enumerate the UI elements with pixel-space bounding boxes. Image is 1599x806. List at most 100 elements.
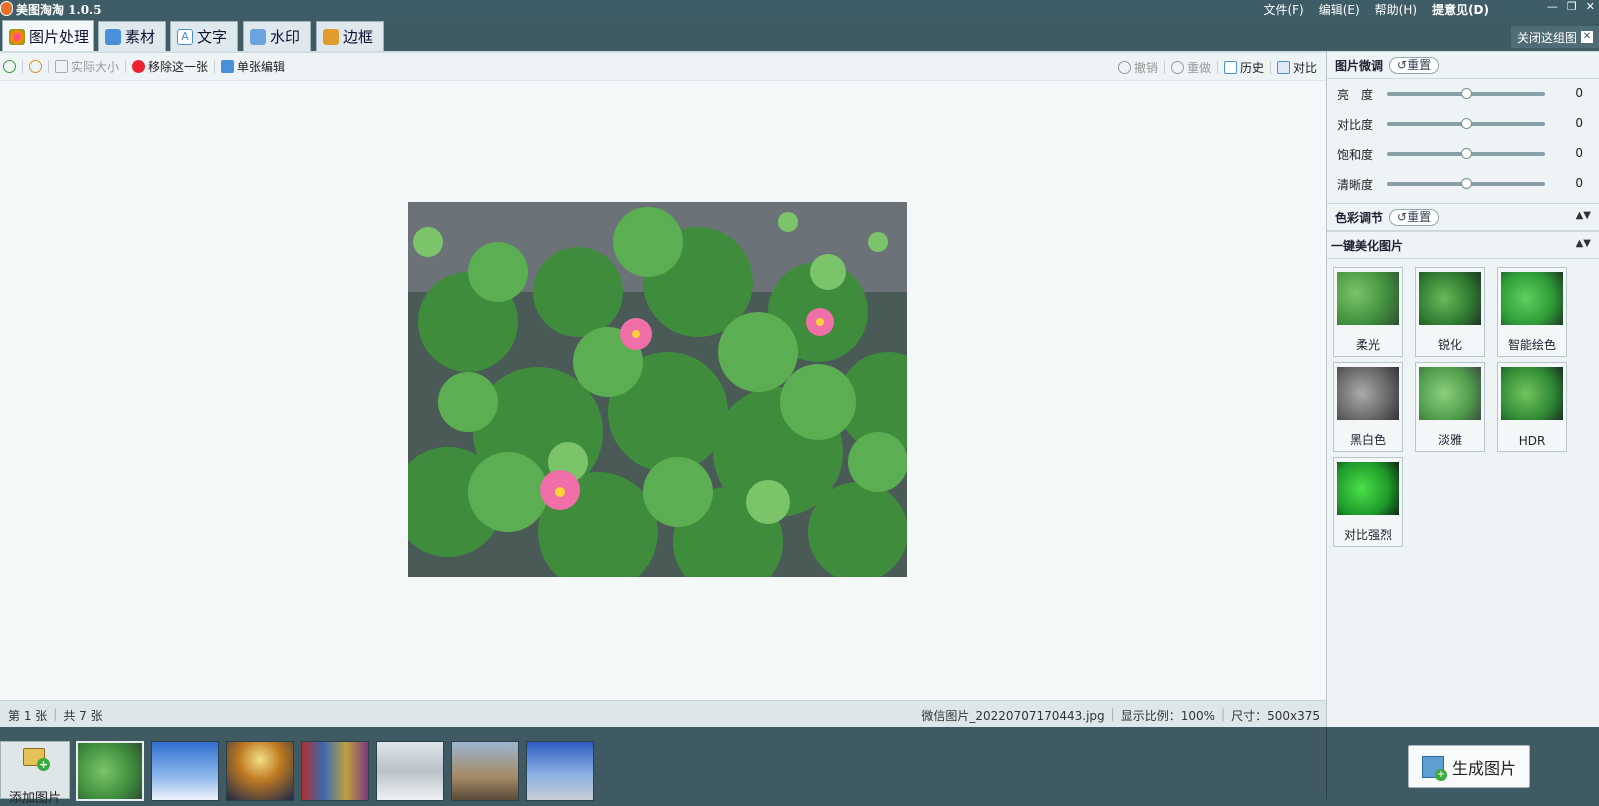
- preview-image: [408, 202, 907, 577]
- sharpness-slider[interactable]: [1387, 178, 1545, 189]
- effect-thumbnail: [1337, 272, 1399, 325]
- saturation-slider[interactable]: [1387, 148, 1545, 159]
- redo-icon: [1170, 60, 1184, 74]
- slider-knob[interactable]: [1461, 88, 1472, 99]
- effect-hdr[interactable]: HDR: [1497, 362, 1567, 452]
- effect-label: 黑白色: [1349, 433, 1386, 447]
- sharpness-row: 清晰度 0: [1327, 169, 1599, 199]
- slider-knob[interactable]: [1461, 148, 1472, 159]
- actual-size-icon: [55, 60, 68, 73]
- compare-button[interactable]: 对比: [1274, 59, 1320, 76]
- effect-thumbnail: [1419, 272, 1481, 325]
- effect-high-contrast[interactable]: 对比强烈: [1333, 457, 1403, 547]
- contrast-slider[interactable]: [1387, 118, 1545, 129]
- tab-watermark[interactable]: 水印: [243, 21, 311, 51]
- generate-icon: [1421, 755, 1447, 781]
- menu-edit[interactable]: 编辑(E): [1319, 1, 1360, 18]
- menu-help[interactable]: 帮助(H): [1375, 1, 1417, 18]
- menu-file[interactable]: 文件(F): [1263, 1, 1303, 18]
- single-edit-label: 单张编辑: [237, 60, 286, 74]
- slider-knob[interactable]: [1461, 178, 1472, 189]
- filmstrip-bar: + 添加图片 生成图片: [0, 727, 1599, 806]
- remove-label: 移除这一张: [148, 60, 209, 74]
- effect-elegant[interactable]: 淡雅: [1415, 362, 1485, 452]
- tab-border[interactable]: 边框: [316, 21, 384, 51]
- history-label: 历史: [1239, 60, 1264, 75]
- sharpness-value: 0: [1575, 176, 1583, 190]
- close-group-button[interactable]: 关闭这组图 ✕: [1510, 26, 1599, 48]
- effect-smart-color[interactable]: 智能绘色: [1497, 267, 1567, 357]
- effect-grid: 柔光 锐化 智能绘色 黑白色 淡雅 HDR 对比强烈: [1327, 259, 1599, 549]
- generate-image-button[interactable]: 生成图片: [1408, 745, 1530, 788]
- effect-black-white[interactable]: 黑白色: [1333, 362, 1403, 452]
- expand-icon[interactable]: ▲▼: [1576, 238, 1591, 249]
- thumbnail-7[interactable]: [526, 741, 594, 801]
- undo-button[interactable]: 撤销: [1115, 59, 1161, 76]
- sharpness-label: 清晰度: [1337, 178, 1374, 192]
- divider: [1326, 727, 1327, 799]
- actual-size-button[interactable]: 实际大小: [52, 58, 122, 75]
- close-icon[interactable]: ✕: [1586, 0, 1595, 13]
- zoom-out-button[interactable]: [26, 60, 45, 73]
- reset-label: 重置: [1407, 57, 1432, 72]
- zoom-in-button[interactable]: [0, 60, 19, 73]
- close-icon: ✕: [1581, 31, 1593, 43]
- slider-knob[interactable]: [1461, 118, 1472, 129]
- work-area: 实际大小 移除这一张 单张编辑 撤销 重做 历史 对比 第 1 张 | 共 7 …: [0, 51, 1326, 727]
- plus-icon: +: [37, 758, 50, 771]
- remove-image-button[interactable]: 移除这一张: [129, 58, 211, 75]
- history-button[interactable]: 历史: [1221, 59, 1267, 76]
- brightness-row: 亮 度 0: [1327, 79, 1599, 109]
- remove-icon: [132, 60, 146, 73]
- window-controls: — ❐ ✕: [1547, 0, 1595, 13]
- effect-thumbnail: [1337, 462, 1399, 515]
- expand-icon[interactable]: ▲▼: [1576, 210, 1591, 221]
- color-adjust-header[interactable]: 色彩调节 ↺重置 ▲▼: [1327, 203, 1599, 231]
- saturation-value: 0: [1575, 146, 1583, 160]
- effect-thumbnail: [1337, 367, 1399, 420]
- actual-size-label: 实际大小: [71, 60, 120, 74]
- effect-thumbnail: [1501, 272, 1563, 325]
- add-image-button[interactable]: + 添加图片: [0, 741, 70, 806]
- restore-icon[interactable]: ❐: [1567, 0, 1577, 13]
- color-reset-button[interactable]: ↺重置: [1389, 208, 1440, 226]
- effect-soft-light[interactable]: 柔光: [1333, 267, 1403, 357]
- thumbnail-5[interactable]: [376, 741, 444, 801]
- close-group-label: 关闭这组图: [1516, 30, 1577, 45]
- zoom-out-icon: [29, 60, 42, 73]
- tab-label: 素材: [125, 28, 156, 46]
- fine-tune-header: 图片微调 ↺重置: [1327, 51, 1599, 79]
- contrast-row: 对比度 0: [1327, 109, 1599, 139]
- compare-icon: [1276, 60, 1290, 74]
- brightness-slider[interactable]: [1387, 88, 1545, 99]
- effect-label: 对比强烈: [1343, 528, 1392, 542]
- menu-feedback[interactable]: 提意见(D): [1432, 1, 1489, 18]
- border-icon: [323, 28, 339, 45]
- effect-thumbnail: [1501, 367, 1563, 420]
- edit-icon: [221, 60, 235, 73]
- thumbnail-3[interactable]: [226, 741, 294, 801]
- undo-icon: [1117, 60, 1131, 74]
- fine-tune-title: 图片微调: [1335, 58, 1384, 73]
- single-edit-button[interactable]: 单张编辑: [218, 58, 288, 75]
- thumbnail-4[interactable]: [301, 741, 369, 801]
- thumbnail-2[interactable]: [151, 741, 219, 801]
- tab-label: 边框: [343, 28, 374, 46]
- thumbnail-1[interactable]: [76, 741, 144, 801]
- thumbnail-6[interactable]: [451, 741, 519, 801]
- saturation-label: 饱和度: [1337, 148, 1374, 162]
- tab-image-processing[interactable]: 图片处理: [2, 20, 94, 52]
- brightness-value: 0: [1575, 86, 1583, 100]
- fine-tune-reset-button[interactable]: ↺重置: [1389, 56, 1440, 74]
- undo-label: 撤销: [1133, 60, 1158, 75]
- tab-text[interactable]: A 文字: [170, 21, 238, 51]
- effect-label: HDR: [1518, 434, 1546, 448]
- minimize-icon[interactable]: —: [1547, 0, 1558, 13]
- tab-material[interactable]: 素材: [98, 21, 166, 51]
- effect-sharpen[interactable]: 锐化: [1415, 267, 1485, 357]
- redo-button[interactable]: 重做: [1168, 59, 1214, 76]
- zoom-in-icon: [3, 60, 16, 73]
- text-icon: A: [177, 28, 193, 45]
- contrast-label: 对比度: [1337, 118, 1374, 132]
- beautify-header[interactable]: 一键美化图片 ▲▼: [1327, 231, 1599, 259]
